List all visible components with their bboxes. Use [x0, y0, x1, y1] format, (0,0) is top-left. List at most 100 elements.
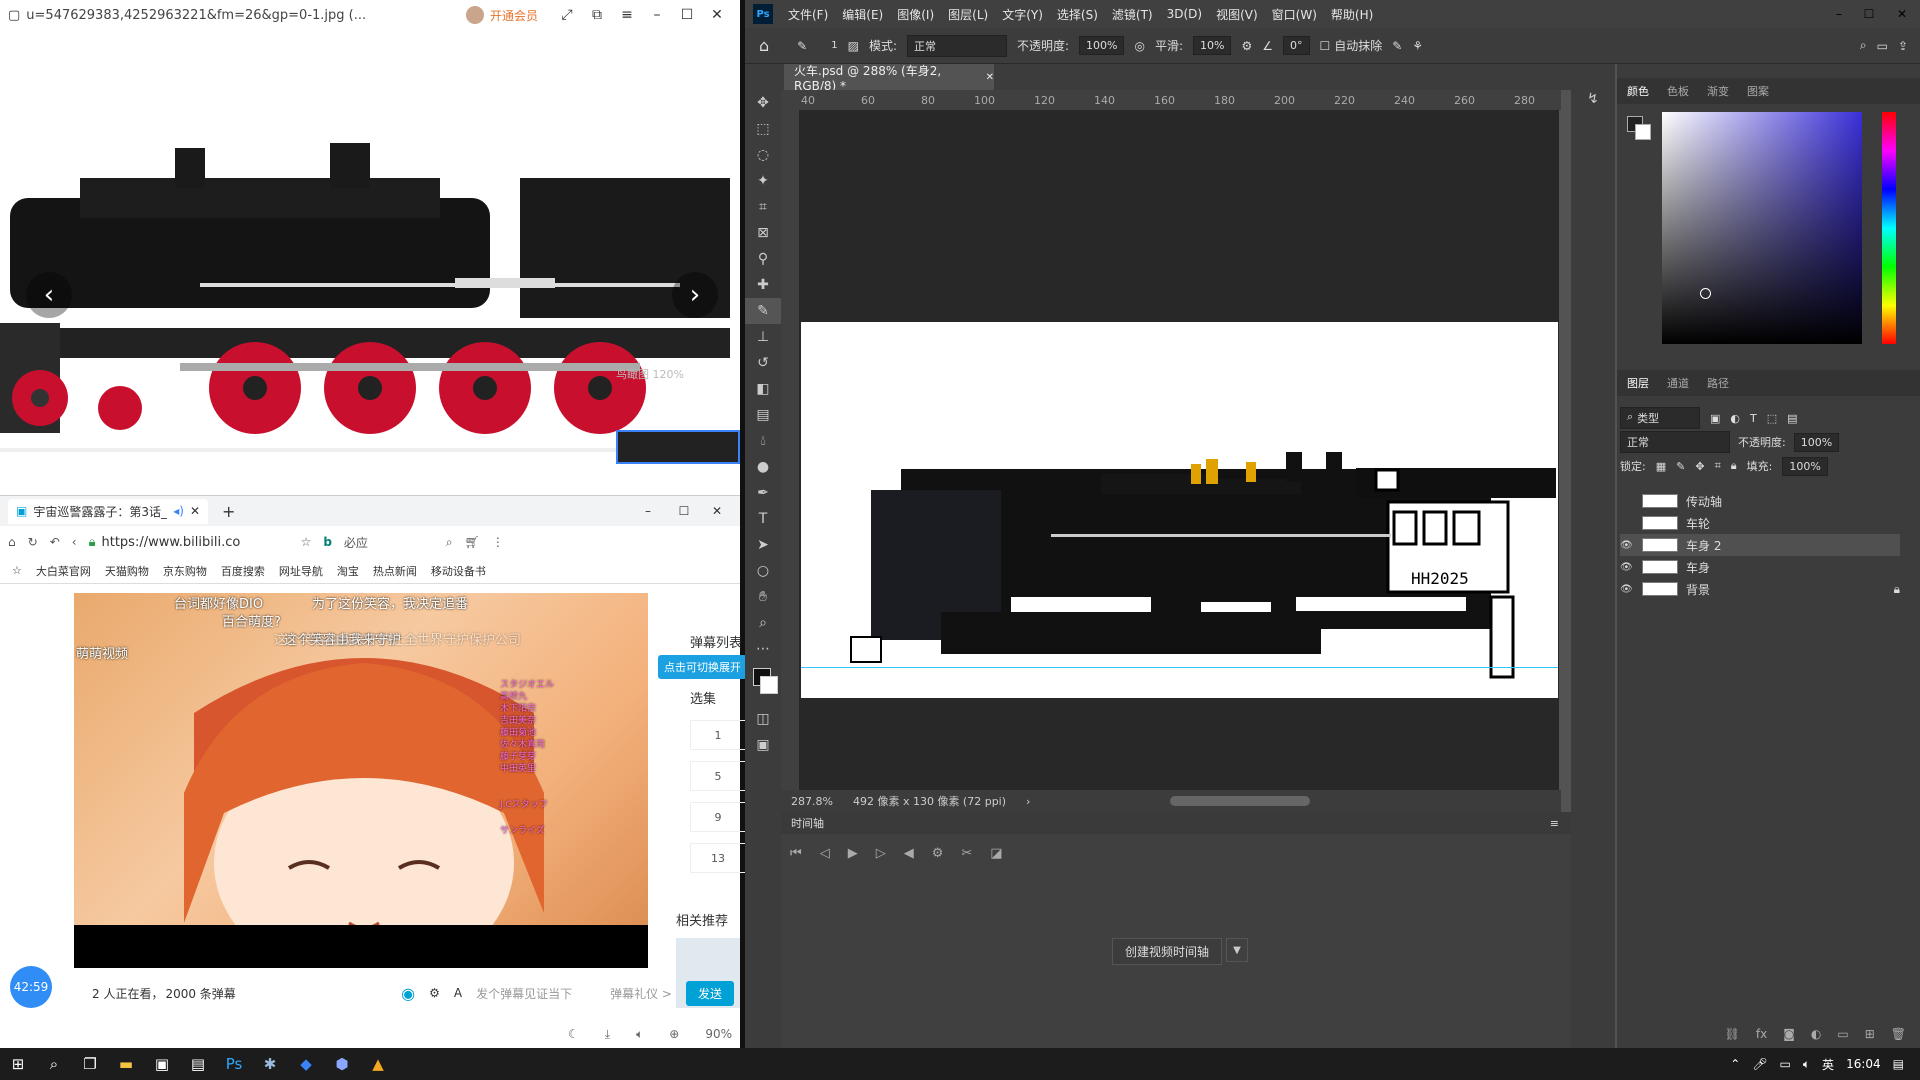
gradient-icon[interactable]: ▤ [745, 402, 781, 428]
link-icon[interactable]: ⛓ [1725, 1027, 1740, 1041]
danmu-settings-icon[interactable]: ⚙ [429, 986, 440, 1000]
close-icon[interactable]: ✕ [1884, 7, 1920, 21]
filter-smart-icon[interactable]: ▤ [1787, 412, 1797, 425]
minimize-icon[interactable]: – [642, 7, 672, 23]
maximize-icon[interactable]: ☐ [1854, 7, 1884, 21]
folder-icon[interactable]: ▭ [1837, 1027, 1848, 1041]
menu-select[interactable]: 选择(S) [1050, 6, 1105, 23]
home-icon[interactable]: ⌂ [759, 36, 769, 55]
next-image-button[interactable]: › [672, 272, 718, 318]
fullscreen-icon[interactable]: ⤢ [552, 7, 582, 23]
moon-icon[interactable]: ☾ [568, 1027, 579, 1041]
thumbnail-strip[interactable] [616, 430, 740, 464]
workspace-icon[interactable]: ▭ [1877, 39, 1888, 53]
tab-gradients[interactable]: 渐变 [1707, 83, 1729, 99]
h-scrollbar[interactable] [1170, 796, 1311, 806]
menu-help[interactable]: 帮助(H) [1324, 6, 1380, 23]
photoshop-icon[interactable]: Ps [216, 1048, 252, 1080]
minimize-icon[interactable]: – [630, 504, 666, 518]
volume-icon[interactable]: 🔈︎ [636, 1027, 643, 1042]
menu-window[interactable]: 窗口(W) [1265, 6, 1324, 23]
brush-size[interactable]: 1 [831, 40, 837, 51]
lock-brush-icon[interactable]: ✎ [1676, 460, 1685, 473]
menu-file[interactable]: 文件(F) [781, 6, 835, 23]
history-panel-icon[interactable]: ↯ [1571, 86, 1615, 112]
move-tool-icon[interactable]: ✥ [745, 90, 781, 116]
url-field[interactable]: 🔒︎ https://www.bilibili.co [89, 535, 289, 550]
etiquette-link[interactable]: 弹幕礼仪 > [610, 985, 672, 1002]
lock-move-icon[interactable]: ✥ [1695, 460, 1704, 473]
filter-adjust-icon[interactable]: ◐ [1730, 412, 1740, 425]
fx-icon[interactable]: fx [1756, 1027, 1767, 1041]
download-icon[interactable]: ⤓ [605, 1027, 610, 1042]
dodge-icon[interactable]: ● [745, 454, 781, 480]
blend-mode-select[interactable]: 正常 [1620, 431, 1730, 453]
lock-pixels-icon[interactable]: ▦ [1656, 460, 1666, 473]
task-view-icon[interactable]: ❐ [72, 1048, 108, 1080]
episode-button[interactable]: 1 [690, 720, 746, 750]
send-button[interactable]: 发送 [685, 980, 734, 1006]
tab-color[interactable]: 颜色 [1627, 83, 1649, 99]
danmu-toggle-button[interactable]: 点击可切换展开 [658, 655, 747, 679]
tab-close-icon[interactable]: ✕ [190, 504, 200, 518]
menu-layer[interactable]: 图层(L) [941, 6, 995, 23]
pencil-tool-icon[interactable]: ✎ [797, 39, 807, 53]
frame-tool-icon[interactable]: ⊠ [745, 220, 781, 246]
marquee-tool-icon[interactable]: ⬚ [745, 116, 781, 142]
vertical-ruler[interactable] [781, 110, 799, 790]
hand-tool-icon[interactable]: ✋︎ [745, 584, 781, 610]
mode-select[interactable]: 正常 [906, 34, 1007, 57]
layer-row[interactable]: 传动轴 [1620, 490, 1900, 512]
zoom-icon[interactable]: ⊕ [669, 1027, 679, 1041]
menu-edit[interactable]: 编辑(E) [835, 6, 890, 23]
layer-opacity-field[interactable]: 100% [1793, 432, 1840, 452]
tab-patterns[interactable]: 图案 [1747, 83, 1769, 99]
doc-info[interactable]: 492 像素 x 130 像素 (72 ppi) [853, 793, 1006, 809]
layer-row[interactable]: 👁︎ 车身 2 [1620, 534, 1900, 556]
eraser-icon[interactable]: ◧ [745, 376, 781, 402]
first-frame-icon[interactable]: ⏮ [790, 846, 802, 861]
chevron-down-icon[interactable]: ▼ [1226, 938, 1248, 962]
bookmark-4[interactable]: 网址导航 [279, 563, 323, 579]
settings-icon[interactable]: ⚙ [932, 846, 944, 861]
butterfly-icon[interactable]: ⚘ [1412, 39, 1423, 53]
star-icon[interactable]: ☆ [301, 535, 312, 549]
menu-image[interactable]: 图像(I) [890, 6, 941, 23]
app-icon[interactable]: ▤ [180, 1048, 216, 1080]
shape-tool-icon[interactable]: ○ [745, 558, 781, 584]
eye-icon[interactable]: 👁︎ [1620, 584, 1634, 595]
trash-icon[interactable]: 🗑︎ [1891, 1027, 1906, 1041]
document-canvas[interactable]: HH2025 [801, 322, 1558, 698]
timer-badge[interactable]: 42:59 [10, 966, 52, 1008]
minimize-icon[interactable]: – [1824, 7, 1854, 21]
app-icon[interactable]: ⬢ [324, 1048, 360, 1080]
picker-cursor[interactable] [1700, 288, 1711, 299]
browser-tab[interactable]: ▣ 宇宙巡警露露子：第3话_... ◂) ✕ [8, 498, 208, 524]
eyedropper-icon[interactable]: ⚲ [745, 246, 781, 272]
mask-icon[interactable]: ◙ [1783, 1027, 1795, 1041]
episode-button[interactable]: 13 [690, 843, 746, 873]
undo-icon[interactable]: ↶ [50, 535, 60, 549]
new-layer-icon[interactable]: ⊞ [1865, 1027, 1875, 1041]
menu-filter[interactable]: 滤镜(T) [1105, 6, 1160, 23]
search-icon[interactable]: ⌕ [446, 535, 453, 550]
create-timeline-button[interactable]: 创建视频时间轴 [1112, 938, 1223, 965]
filter-pixel-icon[interactable]: ▣ [1710, 412, 1720, 425]
next-frame-icon[interactable]: ▷ [876, 846, 886, 861]
bookmark-7[interactable]: 移动设备书 [431, 563, 486, 579]
refresh-icon[interactable]: ↻ [28, 535, 38, 549]
layer-row[interactable]: 👁︎ 车身 [1620, 556, 1900, 578]
magic-wand-icon[interactable]: ✦ [745, 168, 781, 194]
maximize-icon[interactable]: ☐ [672, 7, 702, 23]
type-tool-icon[interactable]: T [745, 506, 781, 532]
bookmark-2[interactable]: 京东购物 [163, 563, 207, 579]
font-icon[interactable]: A [454, 986, 462, 1000]
bookmark-5[interactable]: 淘宝 [337, 563, 359, 579]
panel-menu-icon[interactable]: ≡ [1550, 817, 1559, 830]
app-icon[interactable]: ✱ [252, 1048, 288, 1080]
danmu-list-label[interactable]: 弹幕列表 [690, 632, 742, 651]
video-player[interactable]: 台词都好像DIO 为了这份笑容，我决定追番 百合萌度? 这个笑容由我来守护 萌萌… [74, 593, 648, 968]
eye-icon[interactable]: 👁︎ [1620, 562, 1634, 573]
danmu-switch-icon[interactable]: ◉ [401, 984, 415, 1003]
home-icon[interactable]: ⌂ [8, 535, 16, 549]
